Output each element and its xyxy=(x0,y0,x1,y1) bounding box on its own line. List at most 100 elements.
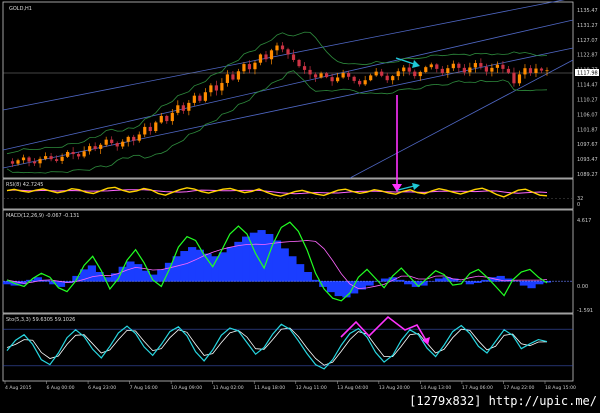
candle-body xyxy=(457,63,461,68)
candle-body xyxy=(242,64,246,72)
macd-histogram-bar xyxy=(519,281,528,286)
macd-histogram-bar xyxy=(280,248,289,282)
candle-body xyxy=(60,156,64,161)
candle-body xyxy=(143,126,147,135)
candle-body xyxy=(77,154,81,157)
trend-arrow-rsi-head xyxy=(412,183,420,190)
candle-body xyxy=(275,45,279,51)
price-tick-label: 1106.07 xyxy=(577,112,598,118)
candle-body xyxy=(446,68,450,73)
stochastic-panel[interactable]: Sto(5,3,3) 59.6305 59.1026 xyxy=(3,317,573,370)
stochastic-signal-line xyxy=(6,327,548,366)
candle-body xyxy=(220,82,224,91)
price-tick-label: 1114.47 xyxy=(577,83,598,89)
macd-histogram-bar xyxy=(226,247,235,282)
macd-histogram-bar xyxy=(373,281,382,282)
macd-histogram-bar xyxy=(164,262,174,282)
candle-body xyxy=(71,151,75,155)
time-tick-label: 11 Aug 18:00 xyxy=(254,385,285,391)
price-tick-label: 1089.27 xyxy=(577,172,598,178)
candle-body xyxy=(402,67,406,72)
candle-body xyxy=(512,72,516,84)
candle-body xyxy=(269,50,274,60)
candle-body xyxy=(16,160,20,164)
macd-histogram-bar xyxy=(365,281,374,286)
candle-body xyxy=(43,156,48,159)
price-tick-label: 1097.67 xyxy=(577,142,598,148)
candle-body xyxy=(286,49,290,55)
candle-body xyxy=(264,54,268,60)
candle-body xyxy=(308,69,312,75)
candle-body xyxy=(374,71,378,76)
candle-body xyxy=(302,66,307,70)
rsi-panel[interactable]: RSI(8) 42.7245 xyxy=(3,182,573,199)
candle-body xyxy=(280,45,285,50)
channel-line xyxy=(349,59,574,179)
candle-body xyxy=(54,159,59,161)
candle-body xyxy=(324,73,329,78)
image-size-watermark: [1279x832] http://upic.me/ xyxy=(409,394,597,408)
price-tick-label: 1127.07 xyxy=(577,38,598,44)
price-tick-label: 1135.47 xyxy=(577,8,598,14)
candle-body xyxy=(66,151,70,157)
candle-body xyxy=(495,64,500,68)
candle-body xyxy=(424,67,428,72)
time-tick-label: 6 Aug 00:00 xyxy=(47,385,75,391)
candle-body xyxy=(137,134,141,141)
macd-histogram-bar xyxy=(535,281,544,285)
candle-body xyxy=(21,157,26,161)
candle-body xyxy=(380,71,384,76)
macd-panel[interactable]: MACD(12,26,9) -0.067 -0.131 xyxy=(2,213,573,302)
candle-body xyxy=(99,144,103,149)
macd-histogram-bar xyxy=(527,281,536,289)
macd-histogram-bar xyxy=(126,261,135,282)
candle-body xyxy=(88,146,92,152)
candle-body xyxy=(93,146,97,149)
candle-body xyxy=(391,76,395,81)
candle-body xyxy=(203,92,207,101)
time-tick-label: 14 Aug 13:00 xyxy=(420,385,451,391)
price-tick-label: 1101.87 xyxy=(577,127,598,133)
price-panel[interactable]: GOLD,H1 xyxy=(2,0,574,179)
candle-body xyxy=(407,67,411,72)
candle-body xyxy=(429,64,433,68)
candle-body xyxy=(291,54,296,60)
time-tick-label: 7 Aug 16:00 xyxy=(130,385,158,391)
candle-body xyxy=(473,63,477,68)
price-tick-label: 1122.87 xyxy=(577,53,598,59)
candle-body xyxy=(258,54,263,63)
chart-canvas[interactable]: GOLD,H1 RSI(8) 42.7245 MACD(12,26,9) -0.… xyxy=(0,0,600,409)
candle-body xyxy=(187,102,191,111)
macd-histogram-bar xyxy=(427,281,436,282)
candle-body xyxy=(413,71,417,77)
candle-body xyxy=(148,126,152,132)
candle-body xyxy=(490,67,494,72)
rsi-panel-title: RSI(8) 42.7245 xyxy=(6,182,43,188)
candle-body xyxy=(104,139,108,145)
stochastic-main-line xyxy=(6,323,548,370)
candle-body xyxy=(165,115,169,122)
candle-body xyxy=(341,73,345,78)
candle-body xyxy=(385,75,389,81)
stochastic-divergence-arrow-head xyxy=(422,337,430,345)
annotations xyxy=(340,57,430,345)
candle-body xyxy=(517,74,522,84)
candle-body xyxy=(231,74,235,80)
macd-tick-label: -1.591 xyxy=(577,308,593,314)
candle-body xyxy=(313,74,318,78)
macd-histogram-bar xyxy=(257,230,266,282)
candle-body xyxy=(192,95,196,103)
candle-body xyxy=(435,64,439,69)
macd-histogram-bar xyxy=(172,256,181,282)
trading-chart-screen: GOLD,H1 RSI(8) 42.7245 MACD(12,26,9) -0.… xyxy=(0,0,600,409)
macd-histogram-bar xyxy=(188,247,197,282)
macd-histogram-bar xyxy=(249,232,258,282)
candle-body xyxy=(132,136,136,141)
candle-body xyxy=(396,71,400,77)
candle-body xyxy=(418,71,422,77)
macd-histogram-bar xyxy=(288,256,297,282)
candle-body xyxy=(176,105,180,113)
candle-body xyxy=(198,95,202,101)
price-frame xyxy=(2,1,574,179)
macd-histogram-bar xyxy=(265,233,274,282)
